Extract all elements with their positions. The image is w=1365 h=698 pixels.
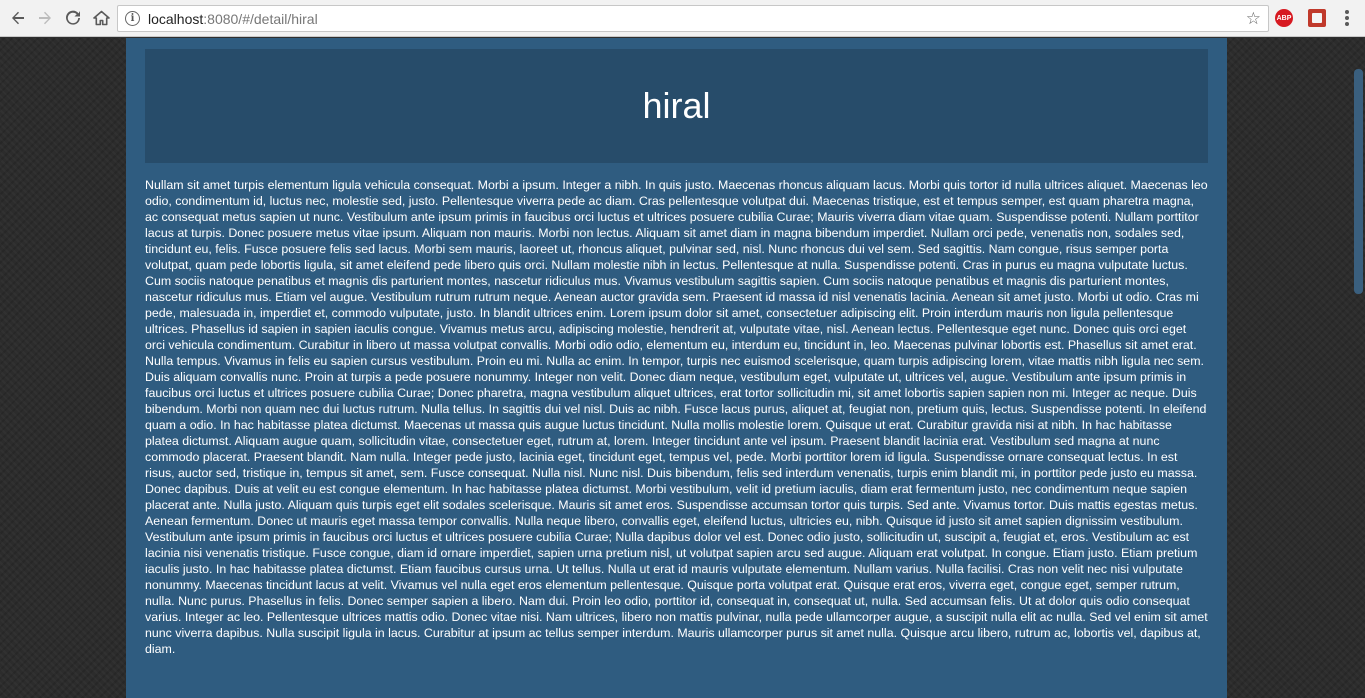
browser-toolbar: i localhost:8080/#/detail/hiral ☆ ABP <box>0 0 1365 37</box>
address-bar[interactable]: i localhost:8080/#/detail/hiral ☆ <box>117 5 1269 32</box>
extension-icon[interactable] <box>1308 9 1326 27</box>
url-host: localhost <box>148 10 204 27</box>
adblock-plus-icon[interactable]: ABP <box>1275 9 1293 27</box>
star-icon[interactable]: ☆ <box>1246 9 1261 29</box>
scrollbar-thumb[interactable] <box>1354 69 1363 294</box>
url-text[interactable]: localhost:8080/#/detail/hiral <box>148 11 318 27</box>
info-icon[interactable]: i <box>125 11 140 26</box>
page-viewport: hiral Nullam sit amet turpis elementum l… <box>0 38 1365 698</box>
abp-label: ABP <box>1276 14 1292 22</box>
url-path: :8080/#/detail/hiral <box>203 10 318 27</box>
forward-arrow-icon[interactable] <box>34 7 56 29</box>
detail-header: hiral <box>145 49 1208 163</box>
home-icon[interactable] <box>90 7 112 29</box>
reload-icon[interactable] <box>62 7 84 29</box>
detail-body-text: Nullam sit amet turpis elementum ligula … <box>145 178 1208 656</box>
menu-icon[interactable] <box>1338 9 1356 27</box>
back-arrow-icon[interactable] <box>7 7 29 29</box>
page-title: hiral <box>642 85 711 126</box>
detail-page: hiral Nullam sit amet turpis elementum l… <box>126 38 1227 698</box>
